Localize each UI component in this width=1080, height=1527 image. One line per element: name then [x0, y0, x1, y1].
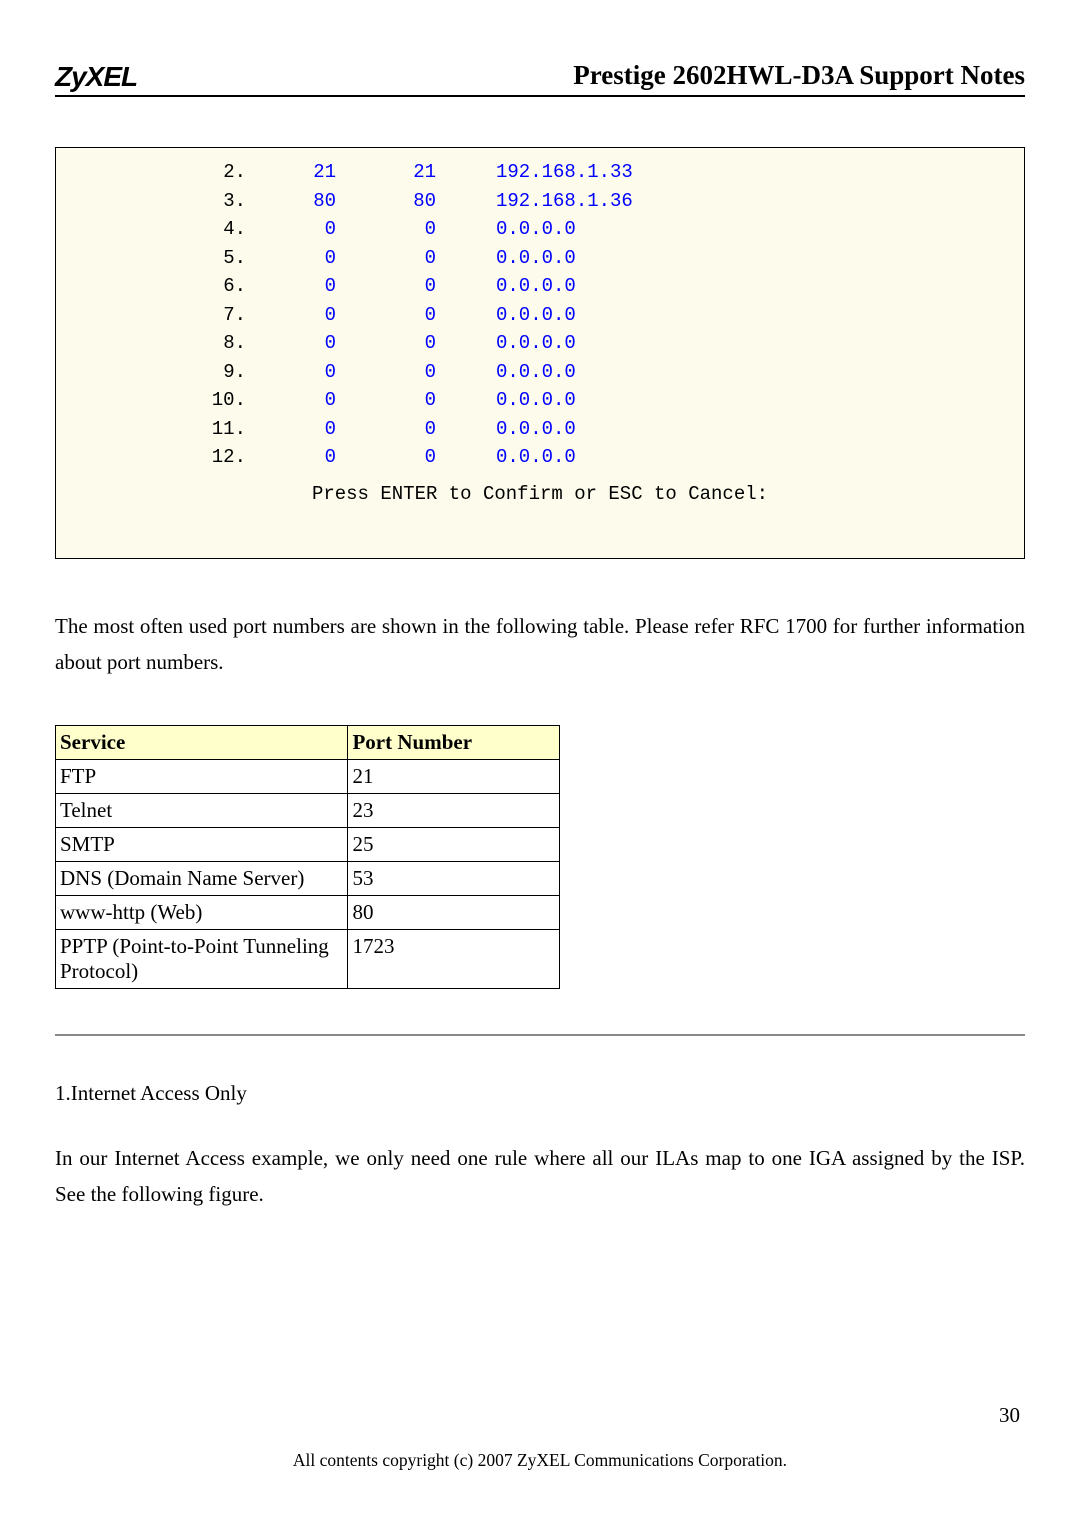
terminal-prompt: Press ENTER to Confirm or ESC to Cancel:	[76, 480, 1004, 509]
start-port: 0	[246, 301, 336, 330]
row-index: 10.	[76, 386, 246, 415]
document-page: ZyXEL Prestige 2602HWL-D3A Support Notes…	[0, 0, 1080, 1501]
table-row: 6.000.0.0.0	[76, 272, 1004, 301]
start-port: 21	[246, 158, 336, 187]
end-port: 0	[336, 415, 436, 444]
start-port: 0	[246, 215, 336, 244]
start-port: 0	[246, 244, 336, 273]
service-cell: FTP	[56, 760, 348, 794]
row-index: 11.	[76, 415, 246, 444]
row-index: 8.	[76, 329, 246, 358]
ip-address: 0.0.0.0	[436, 244, 576, 273]
service-cell: Telnet	[56, 794, 348, 828]
table-row: www-http (Web) 80	[56, 896, 560, 930]
end-port: 0	[336, 244, 436, 273]
table-row: PPTP (Point-to-Point Tunneling Protocol)…	[56, 930, 560, 989]
ip-address: 0.0.0.0	[436, 272, 576, 301]
port-cell: 23	[348, 794, 560, 828]
start-port: 0	[246, 272, 336, 301]
table-row: 12.000.0.0.0	[76, 443, 1004, 472]
row-index: 3.	[76, 187, 246, 216]
row-index: 5.	[76, 244, 246, 273]
end-port: 0	[336, 272, 436, 301]
service-cell: DNS (Domain Name Server)	[56, 862, 348, 896]
service-cell: PPTP (Point-to-Point Tunneling Protocol)	[56, 930, 348, 989]
port-cell: 25	[348, 828, 560, 862]
ip-address: 0.0.0.0	[436, 358, 576, 387]
table-row: 11.000.0.0.0	[76, 415, 1004, 444]
ip-address: 192.168.1.33	[436, 158, 633, 187]
divider	[55, 1034, 1025, 1036]
row-index: 9.	[76, 358, 246, 387]
start-port: 0	[246, 386, 336, 415]
end-port: 0	[336, 358, 436, 387]
ip-address: 0.0.0.0	[436, 329, 576, 358]
ip-address: 0.0.0.0	[436, 301, 576, 330]
port-cell: 21	[348, 760, 560, 794]
table-row: FTP 21	[56, 760, 560, 794]
start-port: 80	[246, 187, 336, 216]
row-index: 4.	[76, 215, 246, 244]
table-row: 9.000.0.0.0	[76, 358, 1004, 387]
port-cell: 80	[348, 896, 560, 930]
row-index: 2.	[76, 158, 246, 187]
terminal-panel: 2.2121192.168.1.33 3.8080192.168.1.36 4.…	[55, 147, 1025, 559]
end-port: 80	[336, 187, 436, 216]
end-port: 0	[336, 215, 436, 244]
start-port: 0	[246, 443, 336, 472]
column-header-port: Port Number	[348, 726, 560, 760]
page-header: ZyXEL Prestige 2602HWL-D3A Support Notes	[55, 60, 1025, 97]
table-row: Telnet 23	[56, 794, 560, 828]
section-body: In our Internet Access example, we only …	[55, 1141, 1025, 1212]
service-cell: www-http (Web)	[56, 896, 348, 930]
column-header-service: Service	[56, 726, 348, 760]
section-heading: 1.Internet Access Only	[55, 1081, 1025, 1106]
row-index: 12.	[76, 443, 246, 472]
table-row: 5.000.0.0.0	[76, 244, 1004, 273]
start-port: 0	[246, 415, 336, 444]
paragraph: The most often used port numbers are sho…	[55, 609, 1025, 680]
end-port: 21	[336, 158, 436, 187]
ip-address: 0.0.0.0	[436, 443, 576, 472]
copyright-notice: All contents copyright (c) 2007 ZyXEL Co…	[55, 1450, 1025, 1471]
start-port: 0	[246, 329, 336, 358]
port-number-table: Service Port Number FTP 21 Telnet 23 SMT…	[55, 725, 560, 989]
row-index: 7.	[76, 301, 246, 330]
ip-address: 0.0.0.0	[436, 415, 576, 444]
table-row: 10.000.0.0.0	[76, 386, 1004, 415]
row-index: 6.	[76, 272, 246, 301]
table-row: 8.000.0.0.0	[76, 329, 1004, 358]
end-port: 0	[336, 301, 436, 330]
end-port: 0	[336, 329, 436, 358]
table-row: 4.000.0.0.0	[76, 215, 1004, 244]
port-cell: 53	[348, 862, 560, 896]
table-row: SMTP 25	[56, 828, 560, 862]
table-row: 2.2121192.168.1.33	[76, 158, 1004, 187]
end-port: 0	[336, 386, 436, 415]
table-row: 7.000.0.0.0	[76, 301, 1004, 330]
start-port: 0	[246, 358, 336, 387]
ip-address: 192.168.1.36	[436, 187, 633, 216]
service-cell: SMTP	[56, 828, 348, 862]
port-cell: 1723	[348, 930, 560, 989]
table-row: DNS (Domain Name Server) 53	[56, 862, 560, 896]
document-title: Prestige 2602HWL-D3A Support Notes	[573, 60, 1025, 93]
table-row: 3.8080192.168.1.36	[76, 187, 1004, 216]
ip-address: 0.0.0.0	[436, 215, 576, 244]
end-port: 0	[336, 443, 436, 472]
page-number: 30	[55, 1403, 1025, 1428]
ip-address: 0.0.0.0	[436, 386, 576, 415]
brand-logo: ZyXEL	[55, 61, 137, 93]
